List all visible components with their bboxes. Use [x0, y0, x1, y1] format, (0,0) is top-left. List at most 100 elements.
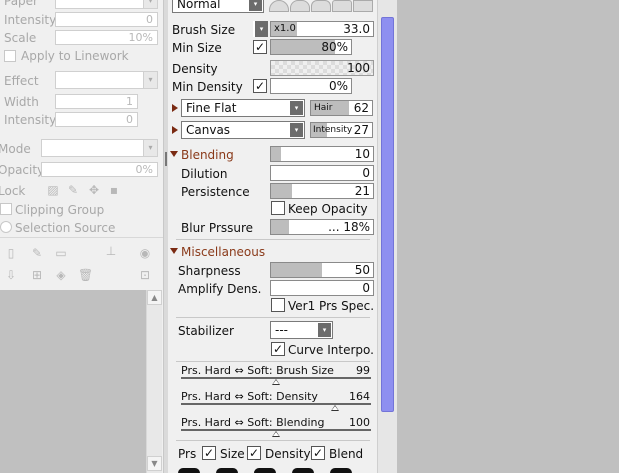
canvas-area[interactable] [397, 0, 619, 473]
brush-shape-dropdown[interactable]: Fine Flat ▾ [181, 99, 305, 117]
brush-preset-icon[interactable] [254, 468, 276, 473]
merge-down-icon[interactable]: ⇩ [4, 268, 18, 282]
scale-field[interactable]: 10% [55, 30, 158, 45]
min-size-slider[interactable]: 80% [270, 39, 352, 55]
sharpness-label: Sharpness [178, 264, 241, 278]
prs-label: Prs [178, 447, 197, 461]
pressure-curve-label: Prs. Hard ⇔ Soft: Brush Size [181, 364, 334, 377]
intensity-field[interactable]: 0 [55, 12, 158, 27]
sharpness-fill [271, 263, 322, 277]
scroll-down-icon[interactable]: ▼ [147, 456, 162, 471]
prs-blend-checkbox[interactable]: ✓ [311, 446, 325, 460]
brush-size-multiplier-dropdown[interactable]: ▾ [253, 21, 268, 37]
effect-intensity-field[interactable]: 0 [55, 112, 138, 127]
sharpness-slider[interactable]: 50 [270, 262, 374, 278]
blend-mode-dropdown[interactable]: Normal ▾ [172, 0, 264, 13]
chevron-down-icon: ▾ [143, 0, 157, 8]
selection-source-label: Selection Source [15, 221, 116, 235]
collapse-misc-icon[interactable] [170, 248, 178, 254]
misc-section-title[interactable]: Miscellaneous [181, 245, 265, 259]
curve-interp-checkbox[interactable]: ✓ [271, 342, 285, 356]
keep-opacity-checkbox[interactable] [271, 201, 285, 215]
blend-mode-value: Normal [177, 0, 221, 11]
blur-pressure-slider[interactable]: ... 18% [270, 219, 374, 235]
persistence-slider[interactable]: 21 [270, 183, 374, 199]
paper-dropdown[interactable]: ▾ [55, 0, 158, 9]
brush-preset-icon[interactable] [292, 468, 314, 473]
new-linework-layer-icon[interactable]: ✎ [30, 246, 44, 260]
min-density-slider[interactable]: 0% [270, 78, 352, 94]
brush-panel-scrollbar[interactable] [377, 0, 397, 473]
brush-shape-square-icon[interactable] [353, 0, 373, 12]
pressure-curve-value: 99 [356, 364, 370, 377]
prs-density-checkbox[interactable]: ✓ [247, 446, 261, 460]
lock-all-icon[interactable]: ▪ [107, 183, 121, 197]
chevron-down-icon: ▾ [290, 123, 303, 137]
pressure-curve-track[interactable] [181, 403, 371, 405]
amplify-density-slider[interactable]: 0 [270, 280, 374, 296]
add-layer-icon[interactable]: ⊞ [30, 268, 44, 282]
ver1-prs-spec-checkbox[interactable] [271, 298, 285, 312]
dilution-slider[interactable]: 0 [270, 165, 374, 181]
opacity-label: Opacity [0, 163, 45, 177]
effect-dropdown[interactable]: ▾ [55, 71, 158, 89]
layer-mask-icon[interactable]: ◉ [138, 246, 152, 260]
selection-source-radio[interactable] [0, 221, 12, 233]
apply-linework-checkbox[interactable] [4, 50, 16, 62]
expand-shape-icon[interactable] [172, 104, 178, 112]
expand-texture-icon[interactable] [172, 126, 178, 134]
prs-size-checkbox[interactable]: ✓ [202, 446, 216, 460]
width-field[interactable]: 1 [55, 94, 138, 109]
clear-layer-icon[interactable]: ◈ [54, 268, 68, 282]
mode-dropdown[interactable]: ▾ [41, 139, 158, 157]
effect-intensity-label: Intensity [4, 113, 57, 127]
brush-shape-hard-icon[interactable] [332, 0, 352, 12]
blending-slider[interactable]: 10 [270, 146, 374, 162]
brush-shape-round-icon[interactable] [269, 0, 289, 12]
layer-list-scrollbar[interactable]: ▲ ▼ [146, 290, 162, 473]
texture-intensity-slider[interactable]: Intensity 27 [310, 122, 373, 138]
pressure-curve-handle[interactable] [272, 379, 280, 385]
splitter-grip[interactable] [165, 152, 167, 166]
new-layer-icon[interactable]: ▯ [4, 246, 18, 260]
brush-shape-soft-icon[interactable] [290, 0, 310, 12]
lock-move-icon[interactable]: ✥ [87, 183, 101, 197]
new-folder-icon[interactable]: ▭ [54, 246, 68, 260]
brush-shape-medium-icon[interactable] [311, 0, 331, 12]
min-density-value: 0% [328, 79, 348, 93]
scrollbar-thumb[interactable] [381, 17, 394, 412]
stabilizer-label: Stabilizer [178, 324, 234, 338]
mode-label: Mode [0, 142, 31, 156]
pressure-curve-handle[interactable] [330, 405, 339, 411]
hair-slider[interactable]: Hair 62 [310, 100, 373, 116]
brush-preset-icon[interactable] [178, 468, 200, 473]
clipping-group-checkbox[interactable] [0, 203, 12, 215]
layer-list-area[interactable] [0, 290, 146, 473]
scroll-up-icon[interactable]: ▲ [147, 290, 162, 305]
brush-preset-strip[interactable] [172, 466, 377, 473]
lock-paint-icon[interactable]: ✎ [66, 183, 80, 197]
brush-preset-icon[interactable] [216, 468, 238, 473]
density-slider[interactable]: 100 [270, 60, 374, 76]
trash-icon[interactable]: 🗑 [78, 268, 93, 282]
lock-pixels-icon[interactable]: ▨ [46, 183, 60, 197]
blending-section-title[interactable]: Blending [181, 148, 234, 162]
texture-dropdown[interactable]: Canvas ▾ [181, 121, 305, 139]
density-value: 100 [347, 61, 370, 75]
texture-intensity-label: Intensity [313, 125, 353, 135]
collapse-blending-icon[interactable] [170, 151, 178, 157]
transfer-layer-icon[interactable]: ⊥ [104, 244, 118, 258]
chevron-down-icon: ▾ [318, 323, 331, 337]
min-size-checkbox[interactable]: ✓ [253, 40, 267, 54]
pressure-curve-handle[interactable] [272, 431, 280, 437]
apply-mask-icon[interactable]: ⊡ [138, 268, 152, 282]
blur-pressure-value: ... 18% [328, 220, 370, 234]
stabilizer-dropdown[interactable]: --- ▾ [270, 321, 333, 339]
persistence-label: Persistence [181, 185, 250, 199]
brush-preset-icon[interactable] [330, 468, 352, 473]
min-density-checkbox[interactable]: ✓ [253, 79, 267, 93]
opacity-field[interactable]: 0% [41, 162, 158, 177]
brush-size-slider[interactable]: x1.0 33.0 [270, 21, 374, 37]
effect-label: Effect [4, 74, 39, 88]
brush-shape-selector[interactable] [269, 0, 373, 12]
